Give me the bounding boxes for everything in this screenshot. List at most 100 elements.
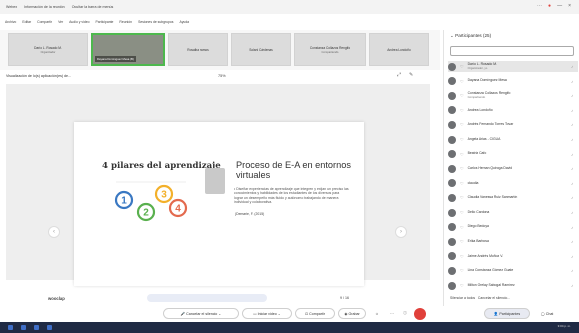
fit-icon[interactable]: ⤢ <box>397 72 401 78</box>
mute-all-button[interactable]: Silenciar a todos <box>450 296 475 300</box>
participant-name-text: claudia <box>467 180 479 185</box>
unmute-all-button[interactable]: Cancelar el silencio... <box>478 296 510 300</box>
participant-row[interactable]: ♡ Delio Cardona ♪ <box>448 207 578 218</box>
mic-icon[interactable]: ♪ <box>571 93 573 98</box>
start-video-button[interactable]: ▭ Iniciar video ⌄ <box>242 308 292 319</box>
pillar-number: 3 <box>161 190 167 201</box>
taskbar-app-icon[interactable] <box>47 325 52 330</box>
participant-row[interactable]: ♡ Angela Arias - CIGUA ♪ <box>448 134 578 145</box>
mic-icon[interactable]: ♪ <box>571 64 573 69</box>
participant-tile[interactable]: Andrea Londoño <box>369 33 429 66</box>
share-button[interactable]: ⊡ Compartir <box>295 308 335 319</box>
mic-icon[interactable]: ♪ <box>571 166 573 171</box>
mic-icon[interactable]: ♪ <box>571 254 573 259</box>
zoom-level[interactable]: 75% <box>218 74 226 78</box>
taskbar-app-icon[interactable] <box>34 325 39 330</box>
participants-count: Participantes (25) <box>455 33 492 38</box>
menu-item[interactable]: Sesiones de subgrupos <box>138 20 173 24</box>
more-icon[interactable]: ⋯ <box>537 3 542 9</box>
participant-row[interactable]: ♡ Milton Orelay Sabogal Ramírez ♪ <box>448 280 578 291</box>
mic-icon[interactable]: ♪ <box>571 268 573 273</box>
mic-icon[interactable]: ♪ <box>571 137 573 142</box>
mic-muted-icon: ♡ <box>460 137 464 142</box>
mic-icon[interactable]: ♪ <box>571 181 573 186</box>
participant-name: Milton Orelay Sabogal Ramírez <box>468 283 546 288</box>
avatar <box>448 208 456 217</box>
participant-tile[interactable]: Solani Cárdenas <box>231 33 291 66</box>
participant-row[interactable]: ♡ Andrea Londoño ♪ <box>448 105 578 116</box>
participant-name-text: Beatriz Cafo <box>467 151 487 156</box>
prev-slide-button[interactable]: ‹ <box>48 226 60 238</box>
participant-name-text: Andrés Fernando Torres Tovar <box>467 122 514 127</box>
chat-button[interactable]: ◯ Chat <box>534 308 560 319</box>
participant-row[interactable]: ♡ Carlos Hernan Quiroga David ♪ <box>448 163 578 174</box>
participant-name: Andrés Fernando Torres Tovar <box>467 122 546 127</box>
menu-item[interactable]: Participante <box>96 20 114 24</box>
menu-item[interactable]: Reunión <box>119 20 132 24</box>
participants-label: Participantes <box>499 311 521 316</box>
menu-item[interactable]: Editar <box>22 20 31 24</box>
participant-row[interactable]: ♡ Andrés Fernando Torres Tovar ♪ <box>448 119 578 130</box>
annotate-icon[interactable]: ✎ <box>409 72 413 78</box>
close-icon[interactable]: × <box>568 3 571 9</box>
mic-icon[interactable]: ♪ <box>571 225 573 230</box>
more-options-icon[interactable]: ⋯ <box>386 308 398 319</box>
reactions-icon[interactable]: ☺ <box>371 308 383 319</box>
meeting-info-link[interactable]: Información de la reunión <box>24 5 65 9</box>
start-video-label: Iniciar video <box>257 311 277 316</box>
participant-role: Compartiendo <box>467 95 486 99</box>
slide-bullet: • Diseñar experiencias de aprendizaje qu… <box>234 187 349 205</box>
tile-name: Darío L. Rosado M. <box>34 45 62 50</box>
start-icon[interactable] <box>8 325 13 330</box>
participant-name: Erika Barbosa <box>468 239 546 244</box>
mic-icon[interactable]: ♪ <box>571 195 573 200</box>
hide-menu-link[interactable]: Ocultar la barra de menús <box>72 5 114 9</box>
menu-item[interactable]: Archivo <box>5 20 16 24</box>
mic-icon[interactable]: ♪ <box>571 122 573 127</box>
participant-row[interactable]: ♡ Dayana Domínguez Mesa ♪ <box>448 76 578 87</box>
participant-name-text: Angela Arias - CIGUA <box>467 136 501 141</box>
info-icon[interactable]: ⓘ <box>400 308 410 319</box>
end-call-button[interactable] <box>414 308 426 320</box>
participant-row[interactable]: ♡ claudia ♪ <box>448 178 578 189</box>
participant-search-input[interactable] <box>450 46 574 56</box>
participant-row[interactable]: ♡ Jaime Andrés Muñoz V. ♪ <box>448 251 578 262</box>
presentation-slide: 4 pilares del aprendizaje 1 2 34 Proceso d… <box>74 122 364 286</box>
minimize-icon[interactable]: — <box>557 3 562 9</box>
mic-icon[interactable]: ♪ <box>571 283 573 288</box>
participants-button[interactable]: 👤 Participantes <box>484 308 530 319</box>
mic-icon[interactable]: ♪ <box>571 152 573 157</box>
participant-row[interactable]: ♡ Claudia Vanessa Ruiz Sanmartín ♪ <box>448 192 578 203</box>
participant-name: Diego Bedoya <box>468 225 546 229</box>
participant-tile[interactable]: Dayana Domínguez Mesa (B) <box>91 33 165 66</box>
participant-name-text: Dayana Domínguez Mesa <box>467 78 507 83</box>
menu-item[interactable]: Ayuda <box>180 20 190 24</box>
participant-row[interactable]: ♡ Darío L. Rosado M. Organizador, yo ♪ <box>448 61 578 72</box>
participant-row[interactable]: ♡ Lina Constanza Gómez Guate ♪ <box>448 265 578 276</box>
participant-row[interactable]: ♡ Constanza Collazos Rengifo Compartiendo ♪ <box>448 90 578 101</box>
participant-name: Jaime Andrés Muñoz V. <box>468 254 546 259</box>
avatar <box>448 281 456 290</box>
menu-item[interactable]: Audio y video <box>69 20 89 24</box>
share-bar: Visualización de lo(s) aplicación(es) de… <box>0 70 440 82</box>
mic-icon[interactable]: ♪ <box>571 108 573 113</box>
next-slide-button[interactable]: › <box>395 226 407 238</box>
participant-tile[interactable]: Darío L. Rosado M. Organizador <box>8 33 88 66</box>
unmute-button[interactable]: 🎤 Cancelar el silencio ⌄ <box>163 308 239 319</box>
menu-item[interactable]: Compartir <box>37 20 52 24</box>
panel-footer: Silenciar a todos Cancelar el silencio..… <box>450 296 510 300</box>
participant-row[interactable]: ♡ Beatriz Cafo ♪ <box>448 149 578 160</box>
unmute-label: Cancelar el silencio <box>186 311 218 316</box>
menu-item[interactable]: Ver <box>58 20 63 24</box>
record-button[interactable]: ◉ Grabar <box>338 308 366 319</box>
presenter-controls[interactable] <box>147 294 267 302</box>
participant-tile[interactable]: Rosalba ramos <box>168 33 228 66</box>
mic-icon[interactable]: ♪ <box>571 239 573 244</box>
mic-icon[interactable]: ♪ <box>571 79 573 84</box>
taskbar-app-icon[interactable] <box>21 325 26 330</box>
participant-row[interactable]: ♡ Erika Barbosa ♪ <box>448 236 578 247</box>
participant-row[interactable]: ♡ Diego Bedoya ♪ <box>448 222 578 233</box>
participant-tile[interactable]: Constanza Collazos Rengifo Compartiendo <box>294 33 366 66</box>
mic-icon[interactable]: ♪ <box>571 210 573 215</box>
mic-muted-icon: ♡ <box>460 195 464 201</box>
